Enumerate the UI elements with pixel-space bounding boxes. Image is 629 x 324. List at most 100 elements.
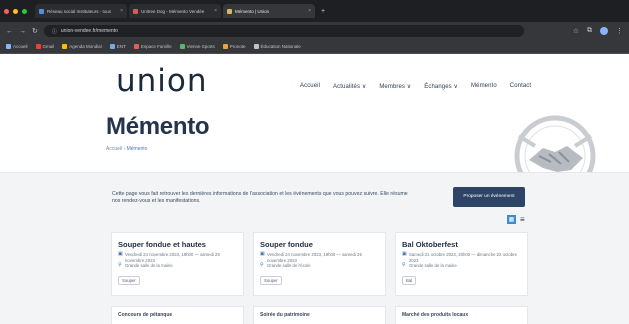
breadcrumb-current: Mémento (126, 146, 148, 152)
nav-item-accueil[interactable]: Accueil (300, 83, 320, 90)
event-card-place: ⚲ Grande salle de l'école (260, 263, 379, 269)
browser-tab[interactable]: Unitree Dog - Mémento Vendée × (129, 4, 221, 18)
view-toggle: ▦ ≡ (507, 215, 525, 224)
event-card-title: Souper fondue et hautes (118, 240, 206, 249)
favicon-icon (227, 8, 232, 14)
bookmark-label: Accueil (13, 44, 28, 49)
breadcrumb-home-link[interactable]: Accueil (106, 146, 122, 152)
bookmark-label: ENT (116, 44, 126, 49)
extensions-icon[interactable]: ⧉ (587, 27, 592, 35)
breadcrumb: Accueil › Mémento (106, 146, 147, 152)
event-card-tag[interactable]: Souper (118, 275, 140, 285)
browser-tabbar: Réseau social Instituteurs - tous × Unitr… (0, 0, 629, 22)
bookmark-item[interactable]: Pronote (222, 44, 246, 49)
event-card-date-text: Samedi 21 octobre 2023, 20h00 — dimanche… (409, 252, 517, 263)
event-card-place: ⚲ Grande salle de la mairie (118, 263, 237, 269)
reload-icon[interactable]: ↻ (32, 27, 38, 35)
event-card[interactable]: Bal Oktoberfest ▣ Samedi 21 octobre 2023,… (395, 232, 528, 296)
bookmarks-bar: Accueil Gmail Agenda Mondial ENT Espace … (0, 40, 629, 54)
event-card[interactable]: Concours de pétanque (111, 306, 244, 324)
bookmark-label: Éducation Nationale (260, 44, 301, 49)
nav-item-echanges[interactable]: Échanges ∨ (424, 83, 458, 90)
tab-label: Mémento | Union (235, 8, 270, 14)
bookmark-favicon-icon (35, 44, 41, 49)
bookmark-favicon-icon (222, 44, 228, 49)
event-card-title: Concours de pétanque (118, 312, 173, 318)
nav-item-memento[interactable]: Mémento (471, 83, 497, 90)
tab-label: Réseau social Instituteurs - tous (47, 8, 112, 14)
browser-tab[interactable]: Réseau social Instituteurs - tous × (35, 4, 127, 18)
site-info-icon[interactable]: ⓘ (52, 28, 57, 35)
event-card-date: ▣ Vendredi 24 novembre 2023, 19h00 — same… (118, 251, 237, 263)
main-nav: Accueil Actualités ∨ Membres ∨ Échanges … (300, 83, 531, 90)
bookmark-favicon-icon (6, 44, 11, 49)
bookmark-item[interactable]: Vienne Sports (179, 44, 215, 49)
window-close-icon[interactable] (4, 8, 9, 14)
event-card-place-text: Grande salle de la mairie (125, 263, 173, 269)
bookmark-item[interactable]: Gmail (35, 44, 55, 49)
bookmark-item[interactable]: Éducation Nationale (253, 44, 301, 49)
event-card-title: Soirée du patrimoine (260, 312, 310, 318)
bookmark-favicon-icon (109, 44, 115, 49)
favicon-icon (133, 8, 138, 14)
event-card-place-text: Grande salle de la mairie (409, 263, 457, 269)
event-card-title: Souper fondue (260, 240, 313, 249)
menu-icon[interactable]: ⋮ (616, 27, 623, 35)
bookmark-item[interactable]: Accueil (6, 44, 28, 49)
bookmark-label: Pronote (229, 44, 246, 49)
location-pin-icon: ⚲ (402, 262, 406, 269)
back-icon[interactable]: ← (6, 28, 13, 35)
close-tab-icon[interactable]: × (214, 8, 217, 14)
list-view-icon[interactable]: ≡ (520, 215, 525, 224)
close-tab-icon[interactable]: × (308, 8, 311, 14)
page-title: Mémento (106, 113, 210, 140)
close-tab-icon[interactable]: × (120, 8, 123, 14)
event-card-tag[interactable]: Souper (260, 275, 282, 285)
bookmark-label: Gmail (42, 44, 55, 49)
window-minimize-icon[interactable] (13, 8, 18, 14)
bookmark-label: Espace Famille (140, 44, 172, 49)
browser-tab-active[interactable]: Mémento | Union × (223, 4, 315, 18)
browser-toolbar: ← → ↻ ⓘ union-vendee.fr/memento ☆ ⧉ ⋮ (0, 22, 629, 40)
window-maximize-icon[interactable] (22, 8, 27, 14)
event-card-date: ▣ Samedi 21 octobre 2023, 20h00 — dimanch… (402, 251, 521, 263)
bookmark-label: Agenda Mondial (69, 44, 102, 49)
propose-event-button[interactable]: Proposer un événement (453, 187, 525, 207)
event-card[interactable]: Souper fondue et hautes ▣ Vendredi 24 nov… (111, 232, 244, 296)
profile-avatar[interactable] (600, 27, 608, 35)
address-bar[interactable]: ⓘ union-vendee.fr/memento (43, 25, 524, 37)
address-bar-url: union-vendee.fr/memento (60, 28, 118, 34)
nav-item-membres[interactable]: Membres ∨ (379, 83, 411, 90)
event-card-date-text: Vendredi 24 novembre 2023, 19h00 — samed… (267, 252, 362, 263)
grid-view-icon[interactable]: ▦ (507, 215, 516, 224)
nav-item-actualites[interactable]: Actualités ∨ (333, 83, 366, 90)
logo-text: union (116, 64, 208, 96)
event-card-title: Bal Oktoberfest (402, 240, 458, 249)
event-card-tag[interactable]: Bal (402, 275, 417, 285)
forward-icon[interactable]: → (19, 28, 26, 35)
event-card-title: Marché des produits locaux (402, 312, 469, 318)
nav-item-contact[interactable]: Contact (510, 83, 531, 90)
bookmark-item[interactable]: ENT (109, 44, 126, 49)
tab-label: Unitree Dog - Mémento Vendée (141, 8, 205, 14)
event-card[interactable]: Marché des produits locaux (395, 306, 528, 324)
location-pin-icon: ⚲ (260, 262, 264, 269)
bookmark-item[interactable]: Espace Famille (133, 44, 172, 49)
event-card-place-text: Grande salle de l'école (267, 263, 311, 269)
union-logo[interactable]: union (116, 64, 256, 96)
bookmark-label: Vienne Sports (186, 44, 215, 49)
bookmark-item[interactable]: Agenda Mondial (62, 44, 102, 49)
bookmark-favicon-icon (179, 44, 185, 49)
web-page: union Accueil Actualités ∨ Membres ∨ Éch… (0, 54, 629, 324)
intro-text: Cette page vous fait retrouver les derni… (112, 191, 408, 204)
event-card[interactable]: Souper fondue ▣ Vendredi 24 novembre 2023… (253, 232, 386, 296)
location-pin-icon: ⚲ (118, 262, 122, 269)
event-card-place: ⚲ Grande salle de la mairie (402, 263, 521, 269)
event-card-date: ▣ Vendredi 24 novembre 2023, 19h00 — same… (260, 251, 379, 263)
favicon-icon (39, 8, 44, 14)
bookmark-favicon-icon (253, 44, 259, 49)
new-tab-button[interactable]: + (321, 8, 325, 15)
bookmark-star-icon[interactable]: ☆ (573, 27, 579, 35)
event-card[interactable]: Soirée du patrimoine (253, 306, 386, 324)
event-card-date-text: Vendredi 24 novembre 2023, 19h00 — samed… (125, 252, 220, 263)
